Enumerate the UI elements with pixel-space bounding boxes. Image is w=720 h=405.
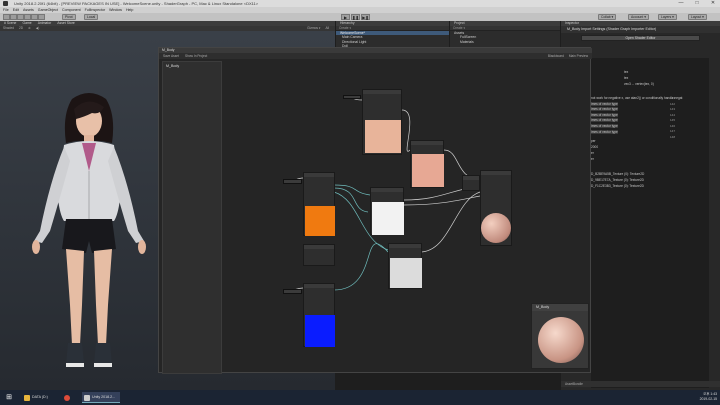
preview-sphere <box>538 317 584 363</box>
node-preview <box>390 258 422 288</box>
line-number: 143 <box>670 107 676 111</box>
node-header <box>389 244 421 248</box>
node-header <box>304 173 334 177</box>
main-toolbar: Pivot Local ▶ ❚❚ ▶❚ Collab ▾ Account ▾ L… <box>0 13 720 21</box>
line-number: 148 <box>670 134 676 139</box>
code-line: vec3 ... vertex(tex, 0) <box>624 82 654 86</box>
code-line: D_B2BE9A5B_Texture (0): Texture2D <box>591 172 645 176</box>
minimize-button[interactable]: — <box>676 0 686 7</box>
collab-dropdown[interactable]: Collab ▾ <box>598 14 617 20</box>
rotate-tool-button[interactable] <box>17 14 24 20</box>
code-line: er <box>591 157 594 161</box>
chrome-icon <box>64 395 70 401</box>
pause-button[interactable]: ❚❚ <box>351 14 360 20</box>
shader-graph-toolbar: Save Asset Show In Project Blackboard Ma… <box>159 53 592 59</box>
property-node[interactable] <box>283 179 302 184</box>
node-preview <box>305 315 335 347</box>
node-header <box>304 284 334 288</box>
taskbar-item-explorer[interactable]: DATA (D:) <box>22 392 64 403</box>
pivot-toggle[interactable]: Pivot <box>62 14 76 20</box>
line-number: 146 <box>670 123 676 128</box>
node-preview <box>412 154 444 187</box>
master-node[interactable] <box>480 170 512 246</box>
line-number: 147 <box>670 129 676 133</box>
transform-tool-button[interactable] <box>38 14 45 20</box>
taskbar: ⊞ DATA (D:) Unity 2018.2... 오후 1:43 2019… <box>0 390 720 405</box>
window-title: Unity 2018.2.20f1 (64bit) - [PREVIEW PAC… <box>14 1 259 6</box>
line-number: 142 <box>670 101 676 106</box>
folder-icon <box>24 395 30 401</box>
console-strip: AssetBundle <box>561 381 720 387</box>
play-button[interactable]: ▶ <box>341 14 350 20</box>
taskbar-item-chrome[interactable] <box>62 392 76 403</box>
node-header <box>304 245 334 249</box>
save-asset-button[interactable]: Save Asset <box>163 53 179 59</box>
code-line: imes of vector type <box>591 124 618 128</box>
blackboard-toggle[interactable]: Blackboard <box>548 53 564 59</box>
code-line: imes of vector type <box>591 107 618 111</box>
open-shader-editor-button[interactable]: Open Shader Editor <box>581 35 700 41</box>
system-tray-clock[interactable]: 오후 1:43 2019-02-15 <box>700 392 717 402</box>
code-line: imes of vector type <box>591 113 618 117</box>
sample-texture-node[interactable] <box>370 187 404 235</box>
project-folder[interactable]: Materials <box>450 40 560 44</box>
node-header <box>411 141 443 145</box>
code-line: per <box>591 139 596 143</box>
node-preview <box>372 202 404 235</box>
character-model[interactable] <box>22 91 157 381</box>
node-header <box>363 90 401 94</box>
sample-texture-node[interactable] <box>362 89 402 155</box>
code-line: 2000 <box>591 145 599 149</box>
code-line: D_F1C2E3B3_Texture (0): Texture2D <box>591 184 644 188</box>
local-toggle[interactable]: Local <box>84 14 99 20</box>
code-line: tex <box>624 70 629 74</box>
property-node[interactable] <box>283 289 302 294</box>
node-header <box>463 176 479 180</box>
main-preview-toggle[interactable]: Main Preview <box>569 53 588 59</box>
code-line: D_9BE17E7A_Texture (0): Texture2D <box>591 178 644 182</box>
main-preview-title: M_Body <box>532 304 588 311</box>
code-line: not work for negative x, use atan2() or … <box>591 96 683 100</box>
hand-tool-button[interactable] <box>3 14 10 20</box>
move-tool-button[interactable] <box>10 14 17 20</box>
inspector-title: M_Body Import Settings (Shader Graph Imp… <box>561 26 720 33</box>
sample-texture-node[interactable] <box>410 140 444 188</box>
window-title-bar: Unity 2018.2.20f1 (64bit) - [PREVIEW PAC… <box>0 0 720 7</box>
account-dropdown[interactable]: Account ▾ <box>628 14 649 20</box>
main-preview-panel[interactable]: M_Body <box>531 303 589 369</box>
sample-texture-node[interactable] <box>303 283 335 347</box>
code-line: imes of vector type <box>591 102 618 106</box>
math-node[interactable] <box>303 244 335 266</box>
node-preview <box>305 206 335 236</box>
math-node[interactable] <box>462 175 480 191</box>
node-header <box>371 188 403 192</box>
layout-dropdown[interactable]: Layout ▾ <box>688 14 707 20</box>
node-preview-sphere <box>481 213 511 243</box>
blackboard-panel[interactable]: M_Body <box>162 61 222 374</box>
node-preview <box>365 120 401 153</box>
code-line: imes of vector type <box>591 130 618 134</box>
blackboard-title: M_Body <box>166 64 180 68</box>
windows-start-icon[interactable]: ⊞ <box>4 393 14 402</box>
layers-dropdown[interactable]: Layers ▾ <box>658 14 677 20</box>
sample-texture-node[interactable] <box>388 243 422 289</box>
node-header <box>481 171 511 175</box>
step-button[interactable]: ▶❚ <box>361 14 370 20</box>
code-line: tex <box>624 76 629 80</box>
show-in-project-button[interactable]: Show In Project <box>185 53 207 59</box>
property-node[interactable] <box>343 95 361 99</box>
scale-tool-button[interactable] <box>24 14 31 20</box>
unity-logo-icon <box>3 1 8 6</box>
code-line: imes of vector type <box>591 118 618 122</box>
unity-icon <box>84 395 90 401</box>
sample-texture-node[interactable] <box>303 172 335 236</box>
rect-tool-button[interactable] <box>31 14 38 20</box>
line-number: 145 <box>670 118 676 122</box>
taskbar-item-unity[interactable]: Unity 2018.2... <box>82 392 120 403</box>
line-number: 144 <box>670 112 676 117</box>
line-number: 141 <box>670 96 676 100</box>
code-line: er <box>591 151 594 155</box>
close-button[interactable]: ✕ <box>708 0 718 7</box>
maximize-button[interactable]: □ <box>692 0 702 7</box>
